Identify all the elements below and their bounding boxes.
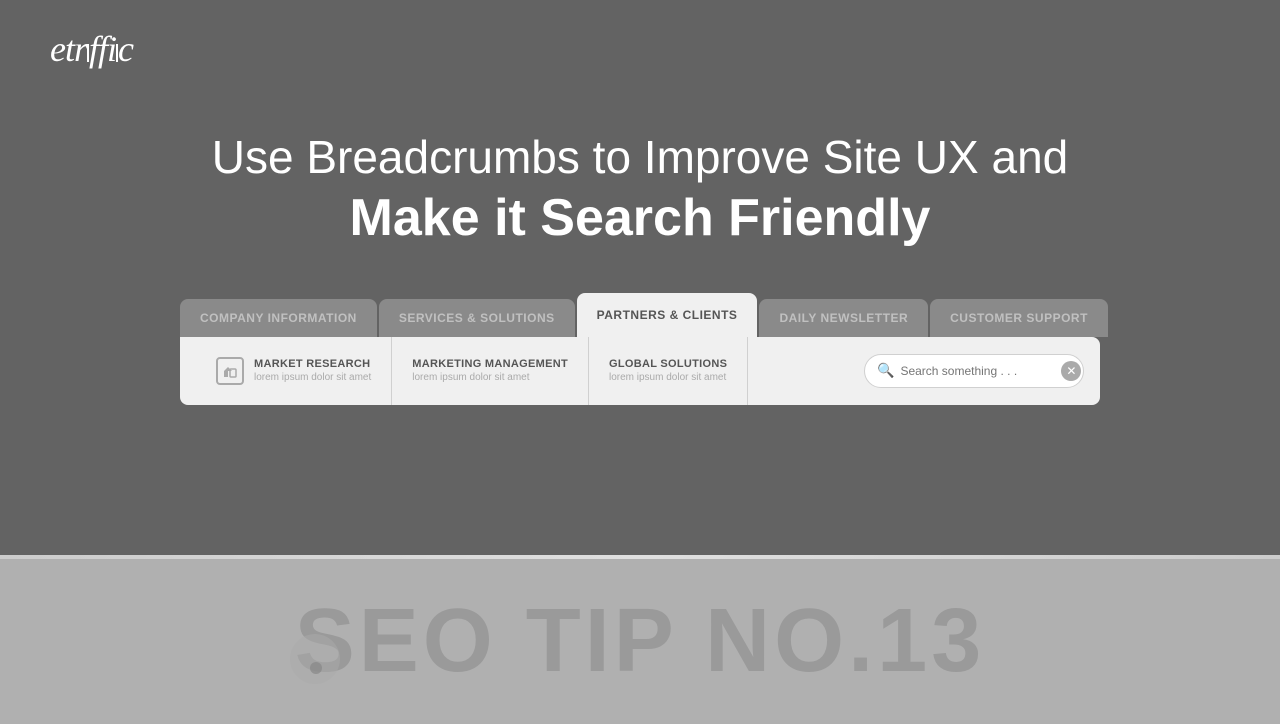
bullet-decoration — [290, 634, 340, 684]
market-research-icon — [216, 357, 244, 385]
headline-line2: Make it Search Friendly — [212, 185, 1068, 253]
search-input[interactable] — [900, 364, 1055, 378]
global-solutions-text: GLOBAL SOLUTIONS lorem ipsum dolor sit a… — [609, 358, 727, 383]
headline-area: Use Breadcrumbs to Improve Site UX and M… — [212, 130, 1068, 253]
top-section: etrffic Use Breadcrumbs to Improve Site … — [0, 0, 1280, 555]
menu-item-global-solutions[interactable]: GLOBAL SOLUTIONS lorem ipsum dolor sit a… — [589, 337, 748, 405]
seo-tip-text: SEO TIP NO.13 — [295, 590, 986, 693]
search-close-button[interactable]: ✕ — [1061, 361, 1081, 381]
tab-customer-support[interactable]: CUSTOMER SUPPORT — [930, 299, 1108, 337]
logo-text: etrffic — [50, 29, 133, 69]
content-row: MARKET RESEARCH lorem ipsum dolor sit am… — [180, 337, 1100, 405]
marketing-management-text: MARKETING MANAGEMENT lorem ipsum dolor s… — [412, 358, 568, 383]
bullet-inner — [310, 662, 322, 674]
menu-item-market-research[interactable]: MARKET RESEARCH lorem ipsum dolor sit am… — [196, 337, 392, 405]
logo: etrffic — [50, 28, 133, 70]
tabs-row: COMPANY INFORMATION SERVICES & SOLUTIONS… — [180, 293, 1108, 337]
tab-daily-newsletter[interactable]: DAILY NEWSLETTER — [759, 299, 928, 337]
breadcrumb-nav: COMPANY INFORMATION SERVICES & SOLUTIONS… — [180, 293, 1100, 405]
market-research-text: MARKET RESEARCH lorem ipsum dolor sit am… — [254, 358, 371, 383]
tab-company-information[interactable]: COMPANY INFORMATION — [180, 299, 377, 337]
search-icon: 🔍 — [877, 362, 894, 379]
tab-partners-clients[interactable]: PARTNERS & CLIENTS — [577, 293, 758, 337]
menu-item-marketing-management[interactable]: MARKETING MANAGEMENT lorem ipsum dolor s… — [392, 337, 589, 405]
bottom-section: SEO TIP NO.13 — [0, 559, 1280, 724]
headline-line1: Use Breadcrumbs to Improve Site UX and — [212, 130, 1068, 185]
tab-services-solutions[interactable]: SERVICES & SOLUTIONS — [379, 299, 575, 337]
search-area[interactable]: 🔍 ✕ — [864, 354, 1084, 388]
